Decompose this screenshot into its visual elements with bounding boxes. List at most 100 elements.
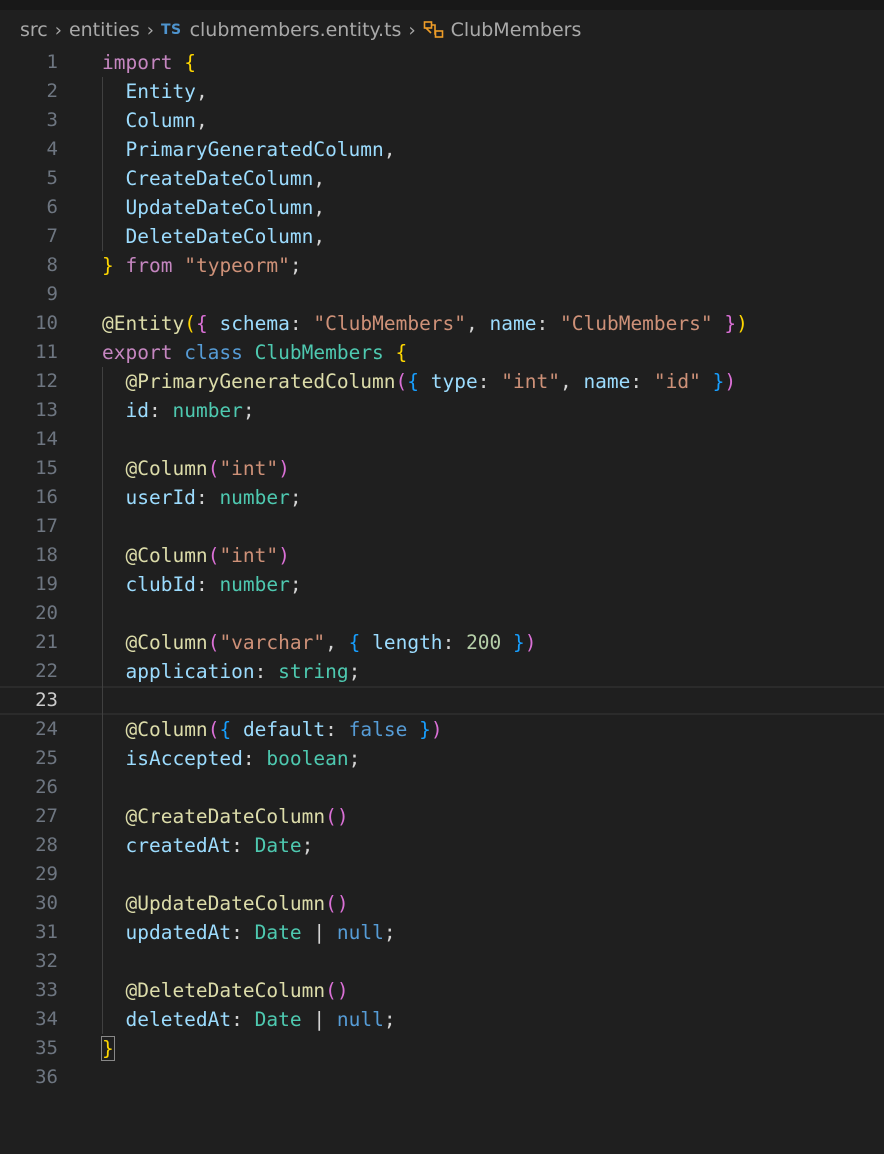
code-token: ) <box>524 631 537 654</box>
code-line[interactable]: 36 <box>0 1063 884 1092</box>
code-line[interactable]: 35} <box>0 1034 884 1063</box>
code-line[interactable]: 20 <box>0 599 884 628</box>
code-line[interactable]: 4 PrimaryGeneratedColumn, <box>0 135 884 164</box>
code-token: | <box>313 1008 326 1031</box>
code-token: Column <box>137 631 208 654</box>
code-token: Column <box>137 718 208 741</box>
indent-guide <box>102 367 103 1034</box>
line-content: clubId: number; <box>102 570 301 599</box>
code-token: ; <box>383 921 396 944</box>
code-token: "varchar" <box>219 631 326 654</box>
code-line[interactable]: 26 <box>0 773 884 802</box>
code-line[interactable]: 34 deletedAt: Date | null; <box>0 1005 884 1034</box>
code-token: { <box>348 631 361 654</box>
line-number: 20 <box>35 602 58 624</box>
code-line[interactable]: 17 <box>0 512 884 541</box>
code-token: ) <box>736 312 748 335</box>
code-line[interactable]: 23 <box>0 686 884 715</box>
code-line[interactable]: 22 application: string; <box>0 657 884 686</box>
code-line[interactable]: 25 isAccepted: boolean; <box>0 744 884 773</box>
code-line[interactable]: 15 @Column("int") <box>0 454 884 483</box>
line-content: @UpdateDateColumn() <box>102 889 348 918</box>
code-line[interactable]: 7 DeleteDateColumn, <box>0 222 884 251</box>
code-line[interactable]: 14 <box>0 425 884 454</box>
line-content: PrimaryGeneratedColumn, <box>102 135 395 164</box>
code-token: "ClubMembers" <box>313 312 467 335</box>
code-line[interactable]: 1 import { <box>0 48 884 77</box>
code-line[interactable]: 32 <box>0 947 884 976</box>
code-line[interactable]: 33 @DeleteDateColumn() <box>0 976 884 1005</box>
code-token: userId <box>125 486 196 509</box>
code-token: : <box>289 312 302 335</box>
code-line[interactable]: 6 UpdateDateColumn, <box>0 193 884 222</box>
code-token: , <box>195 80 208 103</box>
code-line[interactable]: 10 @Entity({ schema: "ClubMembers", name:… <box>0 309 884 338</box>
code-token: ( <box>207 631 220 654</box>
breadcrumb-item-file[interactable]: clubmembers.entity.ts <box>190 19 402 41</box>
code-token: "ClubMembers" <box>560 312 713 335</box>
code-token: { <box>184 51 196 74</box>
code-area[interactable]: 1 import {2 Entity, 3 Column, 4 PrimaryGene… <box>0 48 884 1092</box>
code-line[interactable]: 8} from "typeorm"; <box>0 251 884 280</box>
code-token: type <box>430 370 478 393</box>
code-token: } <box>513 631 525 654</box>
code-token: : <box>148 399 161 422</box>
line-content: DeleteDateColumn, <box>102 222 325 251</box>
code-line[interactable]: 27 @CreateDateColumn() <box>0 802 884 831</box>
code-token: @ <box>125 370 138 393</box>
typescript-file-icon: TS <box>160 22 182 38</box>
code-token: { <box>219 718 232 741</box>
code-token: : <box>231 1008 243 1031</box>
breadcrumb-item-symbol[interactable]: ClubMembers <box>451 19 582 41</box>
code-token: 200 <box>466 631 502 654</box>
code-line[interactable]: 31 updatedAt: Date | null; <box>0 918 884 947</box>
code-line[interactable]: 19 clubId: number; <box>0 570 884 599</box>
code-line[interactable]: 29 <box>0 860 884 889</box>
code-line[interactable]: 16 userId: number; <box>0 483 884 512</box>
line-content: @Column("int") <box>102 541 289 570</box>
code-line[interactable]: 5 CreateDateColumn, <box>0 164 884 193</box>
line-number: 35 <box>35 1037 58 1059</box>
code-line[interactable]: 2 Entity, <box>0 77 884 106</box>
code-line[interactable]: 11 export class ClubMembers { <box>0 338 884 367</box>
editor-top-border <box>0 0 884 10</box>
code-line[interactable]: 13 id: number; <box>0 396 884 425</box>
code-token: deletedAt <box>125 1008 232 1031</box>
code-token: @ <box>125 979 138 1002</box>
code-line[interactable]: 12 @PrimaryGeneratedColumn({ type: "int"… <box>0 367 884 396</box>
line-number: 6 <box>46 196 58 218</box>
code-line[interactable]: 3 Column, <box>0 106 884 135</box>
code-line[interactable]: 9 <box>0 280 884 309</box>
line-number: 25 <box>35 747 58 769</box>
code-line[interactable]: 30 @UpdateDateColumn() <box>0 889 884 918</box>
code-line[interactable]: 18 @Column("int") <box>0 541 884 570</box>
code-line[interactable]: 28 createdAt: Date; <box>0 831 884 860</box>
line-content: @Entity({ schema: "ClubMembers", name: "… <box>102 309 748 338</box>
line-content: @PrimaryGeneratedColumn({ type: "int", n… <box>102 367 736 396</box>
line-number: 33 <box>35 979 58 1001</box>
code-token: number <box>219 486 290 509</box>
breadcrumb-item-entities[interactable]: entities <box>69 19 140 41</box>
breadcrumb: src › entities › TS clubmembers.entity.t… <box>0 10 884 50</box>
line-number: 9 <box>46 283 58 305</box>
code-line[interactable]: 24 @Column({ default: false }) <box>0 715 884 744</box>
line-content: CreateDateColumn, <box>102 164 325 193</box>
line-number: 8 <box>46 254 58 276</box>
code-token: @ <box>125 718 138 741</box>
code-editor[interactable]: src › entities › TS clubmembers.entity.t… <box>0 0 884 1154</box>
code-token: ( <box>207 718 220 741</box>
breadcrumb-item-src[interactable]: src <box>20 19 48 41</box>
code-line[interactable]: 21 @Column("varchar", { length: 200 }) <box>0 628 884 657</box>
line-content: } <box>101 1034 115 1063</box>
